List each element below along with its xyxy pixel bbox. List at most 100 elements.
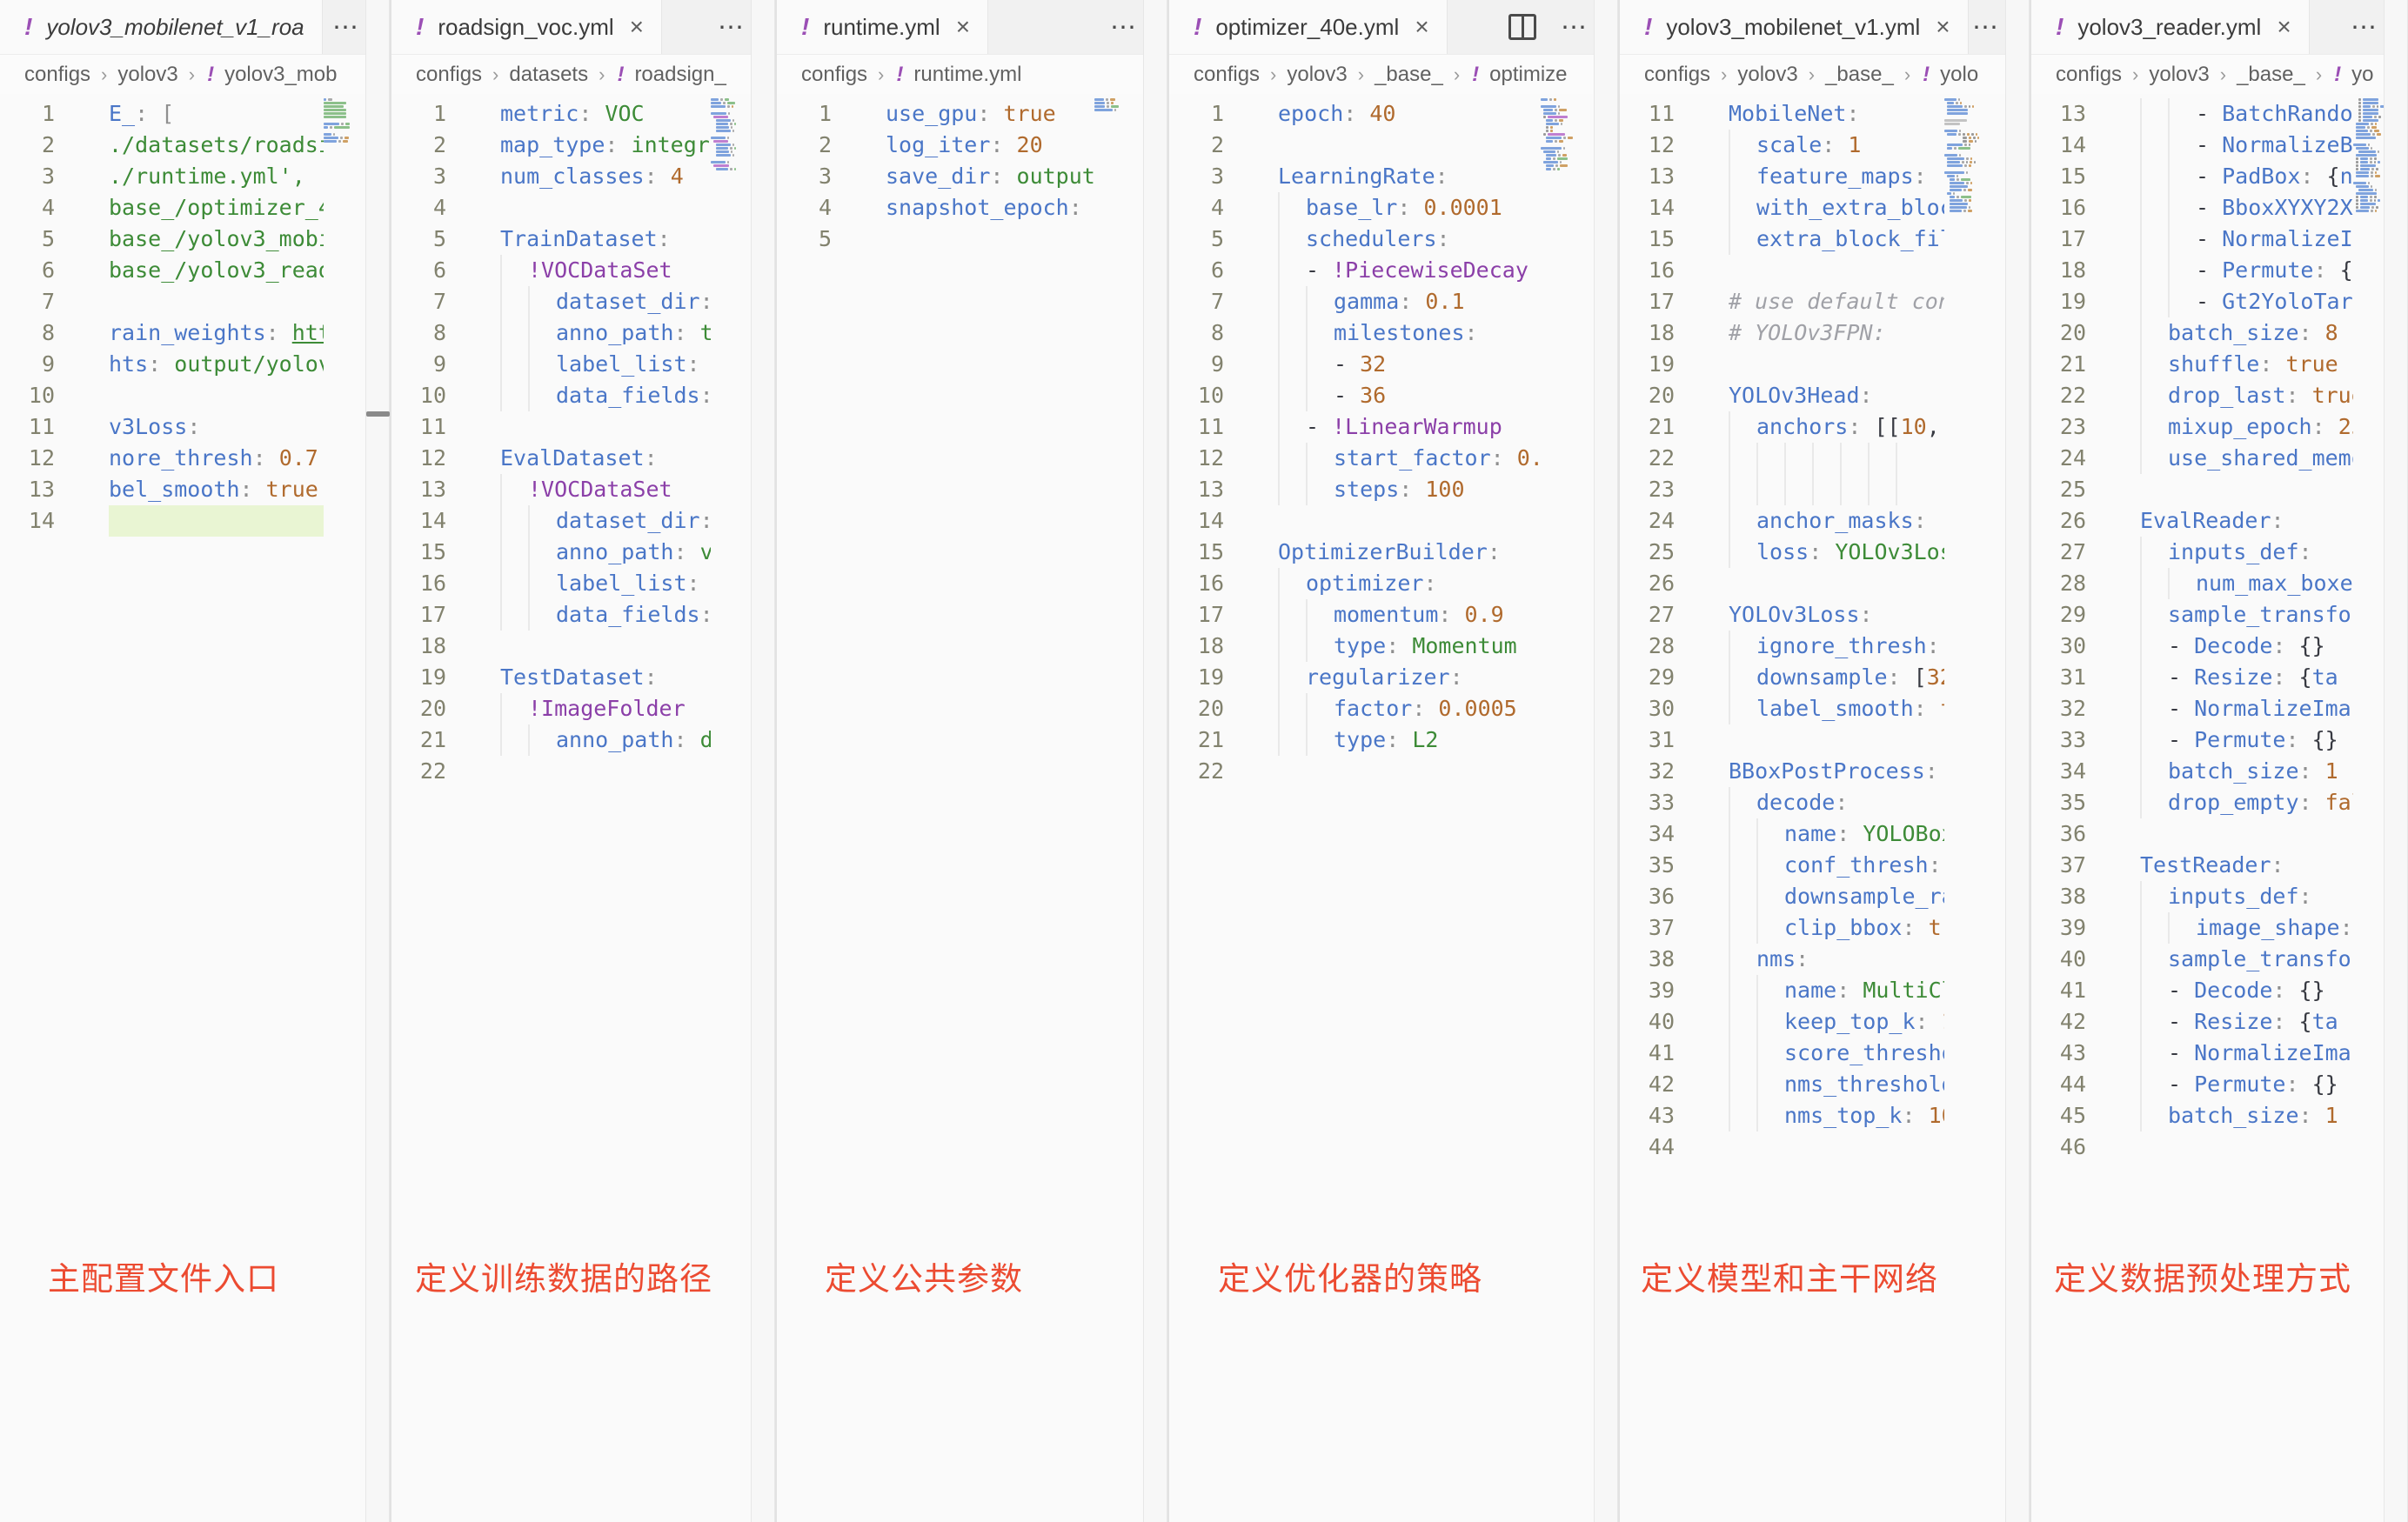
tab-yolov3_mobilenet_v1_roa[interactable]: !yolov3_mobilenet_v1_roa bbox=[0, 0, 323, 54]
minimap-token bbox=[1563, 137, 1566, 139]
line-content: schedulers: bbox=[1278, 224, 1541, 255]
indent-guide bbox=[2140, 411, 2168, 443]
tab-runtime.yml[interactable]: !runtime.yml× bbox=[777, 0, 988, 54]
code-editor[interactable]: 1metric: VOC2map_type: integr3num_classe… bbox=[391, 98, 711, 787]
minimap-token bbox=[1969, 140, 1973, 143]
minimap-token bbox=[1975, 140, 1977, 143]
split-editor-icon[interactable] bbox=[1508, 14, 1536, 40]
minimap[interactable] bbox=[1944, 98, 1990, 217]
minimap[interactable] bbox=[711, 98, 756, 175]
breadcrumb-item[interactable]: _base_ bbox=[1375, 63, 1443, 87]
scrollbar-gutter[interactable] bbox=[1594, 0, 1618, 1522]
close-icon[interactable]: × bbox=[956, 13, 970, 41]
token: dataset_dir bbox=[556, 289, 700, 314]
breadcrumb-item[interactable]: datasets bbox=[509, 63, 588, 87]
line-number: 4 bbox=[777, 192, 832, 224]
tab-roadsign_voc.yml[interactable]: !roadsign_voc.yml× bbox=[391, 0, 662, 54]
scrollbar-gutter[interactable] bbox=[2005, 0, 2030, 1522]
breadcrumb-file[interactable]: yolov3_mob bbox=[224, 63, 337, 87]
scrollbar-gutter[interactable] bbox=[751, 0, 775, 1522]
minimap-token bbox=[1953, 192, 1955, 195]
code-line: 43- NormalizeIma bbox=[2031, 1038, 2353, 1069]
scrollbar-gutter[interactable] bbox=[2384, 0, 2408, 1522]
sash-handle[interactable] bbox=[366, 411, 390, 417]
code-line: 44- Permute: {} bbox=[2031, 1069, 2353, 1100]
breadcrumb-item[interactable]: configs bbox=[416, 63, 482, 87]
breadcrumb-file[interactable]: yolo bbox=[1940, 63, 1978, 87]
more-actions-icon[interactable]: ⋯ bbox=[1110, 12, 1138, 43]
code-editor[interactable]: 1E_: [2./datasets/roadsi3./runtime.yml',… bbox=[0, 98, 324, 537]
minimap-token bbox=[1972, 105, 1974, 108]
minimap-token bbox=[1557, 150, 1559, 153]
close-icon[interactable]: × bbox=[2277, 13, 2291, 41]
breadcrumb-item[interactable]: configs bbox=[801, 63, 867, 87]
close-icon[interactable]: × bbox=[630, 13, 644, 41]
tab-yolov3_mobilenet_v1.yml[interactable]: !yolov3_mobilenet_v1.yml× bbox=[1620, 0, 1969, 54]
token: !ImageFolder bbox=[528, 696, 686, 721]
code-editor[interactable]: 11MobileNet:12scale: 113feature_maps: [4… bbox=[1620, 98, 1944, 1163]
breadcrumb-item[interactable]: yolov3 bbox=[2149, 63, 2209, 87]
breadcrumb-item[interactable]: configs bbox=[1194, 63, 1260, 87]
minimap[interactable] bbox=[1541, 98, 1586, 175]
indent-guide bbox=[1756, 818, 1784, 850]
more-actions-icon[interactable]: ⋯ bbox=[2351, 12, 2378, 43]
minimap-line bbox=[1541, 109, 1586, 111]
minimap[interactable] bbox=[1094, 98, 1140, 116]
breadcrumb-file[interactable]: optimize bbox=[1489, 63, 1567, 87]
line-number: 15 bbox=[1169, 537, 1224, 568]
code-editor[interactable]: 1use_gpu: true2log_iter: 203save_dir: ou… bbox=[777, 98, 1094, 255]
minimap-token bbox=[1959, 130, 1961, 132]
breadcrumb-file[interactable]: roadsign_ bbox=[634, 63, 726, 87]
tab-optimizer_40e.yml[interactable]: !optimizer_40e.yml× bbox=[1169, 0, 1448, 54]
chevron-right-icon: › bbox=[189, 63, 195, 86]
minimap-token bbox=[716, 154, 731, 157]
code-line: 6base_/yolov3_read bbox=[0, 255, 324, 286]
minimap-token bbox=[1947, 133, 1956, 136]
token: BatchRandomR bbox=[2222, 101, 2353, 126]
code-editor[interactable]: 13- BatchRandomR14- NormalizeBox15- PadB… bbox=[2031, 98, 2353, 1163]
more-actions-icon[interactable]: ⋯ bbox=[332, 12, 360, 43]
close-icon[interactable]: × bbox=[1936, 13, 1950, 41]
indent-guide bbox=[1756, 443, 1784, 474]
scrollbar-gutter[interactable] bbox=[1143, 0, 1167, 1522]
line-content: v3Loss: bbox=[109, 411, 324, 443]
indent-guide bbox=[1278, 224, 1306, 255]
minimap-token bbox=[1557, 157, 1568, 160]
scrollbar-gutter[interactable] bbox=[365, 0, 390, 1522]
more-actions-icon[interactable]: ⋯ bbox=[1972, 12, 2000, 43]
line-number: 42 bbox=[2031, 1006, 2086, 1038]
token: - bbox=[2196, 195, 2222, 220]
breadcrumb-item[interactable]: yolov3 bbox=[117, 63, 177, 87]
close-icon[interactable]: × bbox=[1415, 13, 1428, 41]
minimap-token bbox=[732, 119, 734, 122]
indent-guide bbox=[2140, 662, 2168, 693]
minimap-line bbox=[1541, 126, 1586, 129]
breadcrumb-item[interactable]: yolov3 bbox=[1287, 63, 1347, 87]
more-actions-icon[interactable]: ⋯ bbox=[718, 12, 746, 43]
token: : bbox=[1796, 946, 1809, 971]
breadcrumb-item[interactable]: _base_ bbox=[2237, 63, 2305, 87]
line-number: 37 bbox=[2031, 850, 2086, 881]
breadcrumb-item[interactable]: _base_ bbox=[1825, 63, 1894, 87]
minimap[interactable] bbox=[324, 98, 369, 147]
tab-yolov3_reader.yml[interactable]: !yolov3_reader.yml× bbox=[2031, 0, 2310, 54]
code-editor[interactable]: 1epoch: 4023LearningRate:4base_lr: 0.000… bbox=[1169, 98, 1541, 787]
more-actions-icon[interactable]: ⋯ bbox=[1561, 12, 1589, 43]
breadcrumb-file[interactable]: yo bbox=[2351, 63, 2373, 87]
line-content: use_shared_memo bbox=[2140, 443, 2353, 474]
breadcrumb-item[interactable]: yolov3 bbox=[1737, 63, 1797, 87]
breadcrumb-item[interactable]: configs bbox=[2056, 63, 2122, 87]
breadcrumb-file[interactable]: runtime.yml bbox=[913, 63, 1021, 87]
code-line: 11- !LinearWarmup bbox=[1169, 411, 1541, 443]
code-line: 12scale: 1 bbox=[1620, 130, 1944, 161]
token: : bbox=[1386, 633, 1412, 658]
line-content: YOLOv3Loss: bbox=[1729, 599, 1944, 631]
token: : [ bbox=[135, 101, 174, 126]
breadcrumb-item[interactable]: configs bbox=[1644, 63, 1710, 87]
chevron-right-icon: › bbox=[1358, 63, 1364, 86]
minimap-token bbox=[716, 147, 728, 150]
breadcrumb-item[interactable]: configs bbox=[24, 63, 90, 87]
indent-guide bbox=[500, 255, 528, 286]
token: 32 bbox=[1927, 664, 1944, 690]
token: bel_smooth bbox=[109, 477, 240, 502]
